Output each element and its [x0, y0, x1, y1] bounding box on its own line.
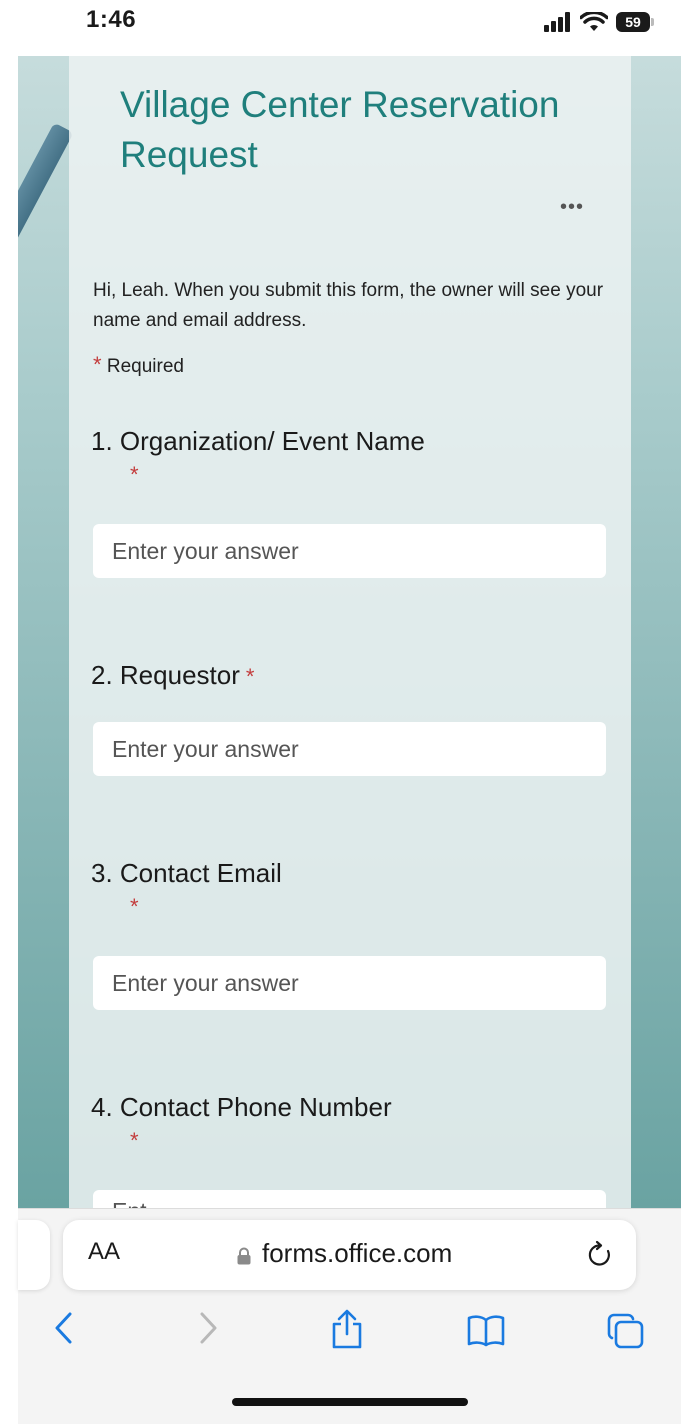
lock-icon: [237, 1247, 251, 1265]
question-3-answer-input[interactable]: Enter your answer: [93, 956, 606, 1010]
question-2-label: 2. Requestor *: [91, 660, 254, 691]
question-4-label: 4. Contact Phone Number: [91, 1092, 392, 1122]
question-1-required-star: *: [130, 462, 139, 487]
form-title: Village Center Reservation Request: [120, 84, 560, 175]
question-3-label: 3. Contact Email: [91, 858, 282, 888]
question-3-placeholder: Enter your answer: [112, 969, 299, 996]
required-note: * Required: [93, 352, 184, 378]
text-size-button[interactable]: AA: [88, 1238, 120, 1266]
forward-chevron-icon[interactable]: [196, 1310, 220, 1346]
battery-icon: 59: [616, 12, 654, 32]
share-icon[interactable]: [330, 1308, 364, 1350]
question-2-label-text: 2. Requestor: [91, 660, 240, 690]
required-star: *: [93, 352, 102, 377]
question-4-placeholder: Ent: [112, 1198, 147, 1208]
background-pen-image: [18, 122, 74, 310]
text-size-label: AA: [88, 1238, 121, 1265]
question-2-answer-input[interactable]: Enter your answer: [93, 722, 606, 776]
url-text[interactable]: forms.office.com: [262, 1238, 452, 1269]
home-indicator[interactable]: [232, 1398, 468, 1406]
cellular-signal-icon: [544, 12, 570, 32]
reload-icon[interactable]: [586, 1238, 614, 1270]
bookmarks-icon[interactable]: [466, 1312, 506, 1348]
status-bar: 1:46 59: [0, 0, 686, 56]
status-time: 1:46: [86, 6, 137, 33]
required-label: Required: [106, 356, 184, 377]
previous-tab-peek[interactable]: [18, 1220, 50, 1290]
tabs-icon[interactable]: [606, 1312, 646, 1350]
question-1-label: 1. Organization/ Event Name: [91, 426, 425, 456]
question-1-answer-input[interactable]: Enter your answer: [93, 524, 606, 578]
more-options-icon[interactable]: •••: [560, 196, 584, 219]
form-intro: Hi, Leah. When you submit this form, the…: [93, 280, 604, 331]
question-4-required-star: *: [130, 1128, 139, 1153]
question-2-placeholder: Enter your answer: [112, 735, 299, 762]
question-4-answer-input[interactable]: Ent: [93, 1190, 606, 1208]
form-card: [69, 56, 631, 1208]
wifi-icon: [580, 12, 608, 31]
back-chevron-icon[interactable]: [52, 1310, 76, 1346]
question-1-placeholder: Enter your answer: [112, 537, 299, 564]
question-2-required-star: *: [245, 664, 255, 689]
question-3-required-star: *: [130, 894, 139, 919]
status-icons: 59: [544, 10, 654, 34]
